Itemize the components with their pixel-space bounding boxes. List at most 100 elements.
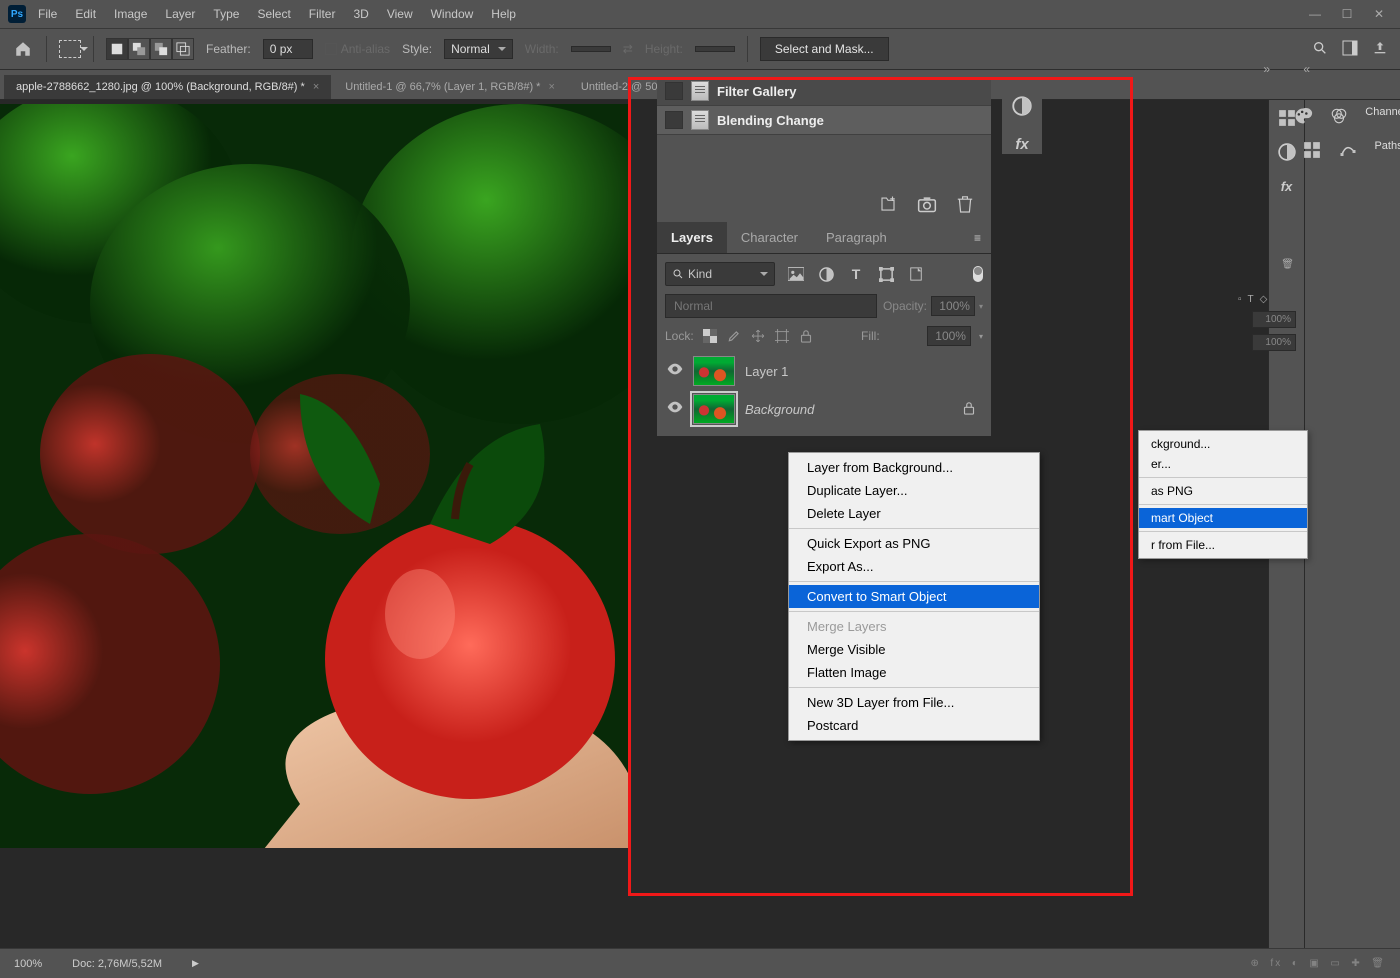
window-controls: — ☐ ✕ [1306, 7, 1388, 21]
camera-icon[interactable] [917, 195, 937, 216]
doc-size[interactable]: Doc: 2,76M/5,52M [72, 958, 162, 970]
tab-layers[interactable]: Layers [657, 222, 727, 253]
lock-icon[interactable] [963, 401, 975, 418]
sel-new-icon[interactable] [106, 38, 128, 60]
ctx-duplicate-layer-[interactable]: Duplicate Layer... [789, 479, 1039, 502]
lock-brush-icon[interactable] [726, 328, 742, 344]
menu-3d[interactable]: 3D [353, 7, 368, 21]
fill-value[interactable]: 100% [927, 326, 971, 346]
app-logo: Ps [8, 5, 26, 23]
new-snapshot-icon[interactable] [879, 195, 897, 216]
ctx-ckground-[interactable]: ckground... [1139, 434, 1307, 454]
checkbox-icon[interactable] [665, 111, 683, 129]
menu-file[interactable]: File [38, 7, 57, 21]
menu-type[interactable]: Type [213, 7, 239, 21]
menu-window[interactable]: Window [431, 7, 474, 21]
paths-panel-icon[interactable] [1338, 140, 1358, 160]
ctx-layer-from-background-[interactable]: Layer from Background... [789, 456, 1039, 479]
adjustments-icon[interactable] [1012, 96, 1032, 116]
tab-paragraph[interactable]: Paragraph [812, 222, 901, 253]
ctx-export-as-[interactable]: Export As... [789, 555, 1039, 578]
swap-wh-icon: ⇄ [623, 42, 633, 56]
visibility-icon[interactable] [667, 363, 683, 379]
share-icon[interactable] [1372, 40, 1388, 59]
panel-menu-icon[interactable]: ≡ [964, 231, 991, 245]
lock-trans-icon[interactable] [702, 328, 718, 344]
filter-switch[interactable] [973, 266, 983, 282]
filter-type-icon[interactable]: T [847, 265, 865, 283]
marquee-tool-icon[interactable] [59, 40, 81, 58]
visibility-icon[interactable] [667, 401, 683, 417]
close-icon[interactable]: ✕ [1370, 7, 1388, 21]
close-tab-icon[interactable]: × [313, 81, 319, 93]
adjustments-strip-icon[interactable] [1277, 142, 1297, 162]
style-select[interactable]: Normal [444, 39, 513, 59]
ctx-as-png[interactable]: as PNG [1139, 481, 1307, 501]
layer-row[interactable]: Background [665, 390, 983, 428]
ctx-postcard[interactable]: Postcard [789, 714, 1039, 737]
channels-label[interactable]: Channels [1365, 106, 1400, 126]
workspace-icon[interactable] [1342, 40, 1358, 59]
color-panel-icon[interactable] [1293, 106, 1313, 126]
filter-pixel-icon[interactable] [787, 265, 805, 283]
ctx-quick-export-as-png[interactable]: Quick Export as PNG [789, 532, 1039, 555]
ctx-flatten-image[interactable]: Flatten Image [789, 661, 1039, 684]
opacity-value[interactable]: 100% [931, 296, 975, 316]
layer-filter-kind[interactable]: Kind [665, 262, 775, 286]
paths-label[interactable]: Paths [1374, 140, 1400, 160]
layer-name[interactable]: Layer 1 [745, 364, 788, 379]
blend-mode-select[interactable]: Normal [665, 294, 877, 318]
ctx-merge-visible[interactable]: Merge Visible [789, 638, 1039, 661]
lock-move-icon[interactable] [750, 328, 766, 344]
filter-adjust-icon[interactable] [817, 265, 835, 283]
menu-help[interactable]: Help [491, 7, 516, 21]
menu-layer[interactable]: Layer [165, 7, 195, 21]
home-icon[interactable] [12, 38, 34, 60]
tab-character[interactable]: Character [727, 222, 812, 253]
checkbox-icon[interactable] [665, 82, 683, 100]
search-icon[interactable] [1312, 40, 1328, 59]
zoom-level[interactable]: 100% [14, 958, 42, 970]
close-tab-icon[interactable]: × [548, 81, 554, 93]
ctx-mart-object[interactable]: mart Object [1139, 508, 1307, 528]
filter-gallery-row[interactable]: Filter Gallery [657, 77, 991, 106]
swatches-panel-icon[interactable] [1302, 140, 1322, 160]
fx-icon[interactable]: fx [1012, 134, 1032, 154]
ctx-merge-layers: Merge Layers [789, 615, 1039, 638]
collapse-dock-icon[interactable]: » [1263, 62, 1270, 76]
channels-panel-icon[interactable] [1329, 106, 1349, 126]
sel-subtract-icon[interactable] [150, 38, 172, 60]
layer-name[interactable]: Background [745, 402, 814, 417]
sel-intersect-icon[interactable] [172, 38, 194, 60]
layer-thumbnail[interactable] [693, 356, 735, 386]
layer-thumbnail[interactable] [693, 394, 735, 424]
menu-edit[interactable]: Edit [75, 7, 96, 21]
ctx-er-[interactable]: er... [1139, 454, 1307, 474]
filter-smart-icon[interactable] [907, 265, 925, 283]
collapse-dock2-icon[interactable]: « [1303, 62, 1310, 76]
sel-add-icon[interactable] [128, 38, 150, 60]
styles-strip-icon[interactable]: fx [1277, 176, 1297, 196]
trash-icon[interactable] [957, 195, 973, 216]
menu-select[interactable]: Select [257, 7, 290, 21]
blending-change-row[interactable]: Blending Change [657, 106, 991, 135]
layer-row[interactable]: Layer 1 [665, 352, 983, 390]
ctx-new-d-layer-from-file-[interactable]: New 3D Layer from File... [789, 691, 1039, 714]
ctx-convert-to-smart-object[interactable]: Convert to Smart Object [789, 585, 1039, 608]
ctx-delete-layer[interactable]: Delete Layer [789, 502, 1039, 525]
maximize-icon[interactable]: ☐ [1338, 7, 1356, 21]
menu-filter[interactable]: Filter [309, 7, 336, 21]
document-tab[interactable]: apple-2788662_1280.jpg @ 100% (Backgroun… [4, 75, 331, 99]
width-input [571, 46, 611, 52]
filter-shape-icon[interactable] [877, 265, 895, 283]
ctx-r-from-file-[interactable]: r from File... [1139, 535, 1307, 555]
menu-view[interactable]: View [387, 7, 413, 21]
menu-image[interactable]: Image [114, 7, 147, 21]
minimize-icon[interactable]: — [1306, 7, 1324, 21]
lock-artboard-icon[interactable] [774, 328, 790, 344]
document-tab[interactable]: Untitled-1 @ 66,7% (Layer 1, RGB/8#) *× [333, 75, 567, 99]
select-and-mask-button[interactable]: Select and Mask... [760, 37, 889, 61]
feather-input[interactable]: 0 px [263, 39, 313, 59]
trash-mini-icon[interactable]: 🗑 [1281, 259, 1294, 270]
lock-all-icon[interactable] [798, 328, 814, 344]
